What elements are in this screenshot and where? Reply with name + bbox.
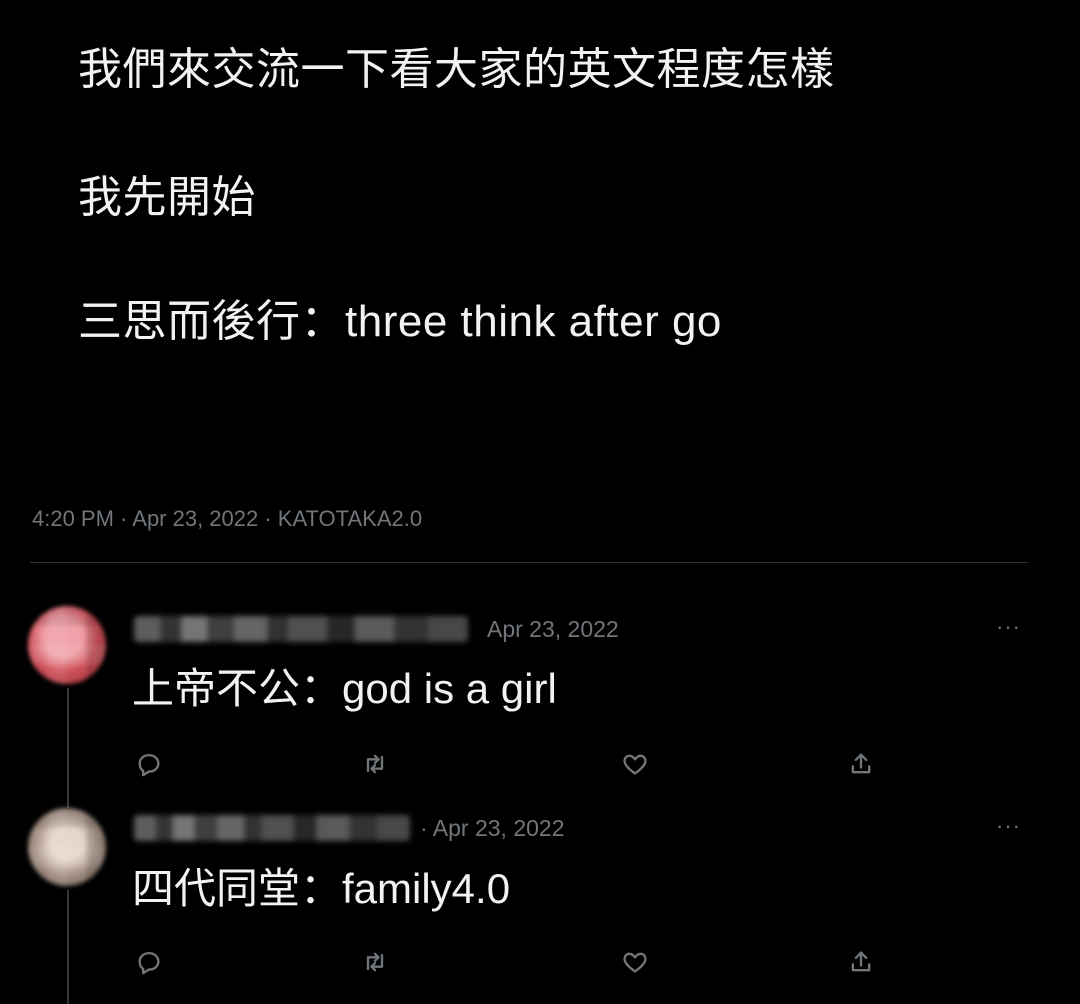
blurred-username[interactable] — [134, 815, 410, 841]
post-timestamp-meta[interactable]: 4:20 PM · Apr 23, 2022 · KATOTAKA2.0 — [32, 506, 422, 532]
avatar[interactable] — [28, 606, 106, 684]
divider — [30, 562, 1028, 563]
more-options-icon[interactable]: ··· — [996, 815, 1021, 837]
reply-date[interactable]: · Apr 23, 2022 — [420, 815, 565, 842]
avatar[interactable] — [28, 808, 106, 886]
share-icon[interactable] — [846, 947, 876, 977]
post-text-line-2: 我先開始 — [78, 173, 256, 222]
post-text-line-1: 我們來交流一下看大家的英文程度怎樣 — [78, 45, 835, 94]
retweet-icon[interactable] — [360, 947, 390, 977]
reply-date[interactable]: Apr 23, 2022 — [487, 616, 619, 643]
reply-icon[interactable] — [134, 749, 164, 779]
share-icon[interactable] — [846, 749, 876, 779]
more-options-icon[interactable]: ··· — [996, 616, 1021, 638]
blurred-username[interactable] — [134, 616, 468, 642]
like-icon[interactable] — [620, 749, 650, 779]
like-icon[interactable] — [620, 947, 650, 977]
post-text-line-3: 三思而後行：three think after go — [78, 297, 722, 346]
reply-text: 四代同堂：family4.0 — [132, 865, 511, 912]
thread-connector — [67, 688, 69, 808]
retweet-icon[interactable] — [360, 749, 390, 779]
thread-connector — [67, 890, 69, 1004]
reply-text: 上帝不公：god is a girl — [132, 665, 557, 712]
reply-icon[interactable] — [134, 947, 164, 977]
